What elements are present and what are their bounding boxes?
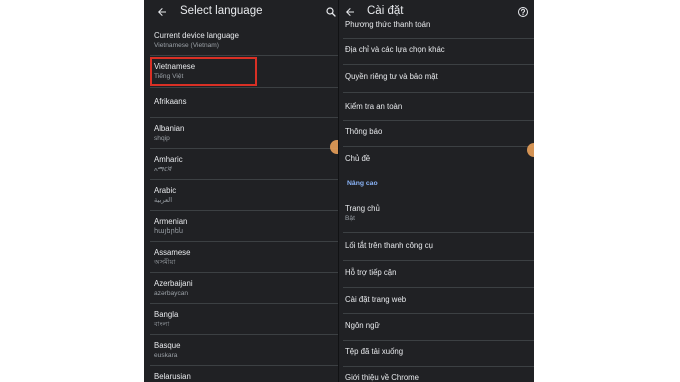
settings-item-label: Kiểm tra an toàn bbox=[345, 102, 403, 111]
settings-item-label: Trang chủ bbox=[345, 204, 380, 213]
divider bbox=[150, 334, 338, 335]
language-name: Afrikaans bbox=[154, 97, 187, 106]
language-name: Albanian bbox=[154, 124, 185, 133]
language-native: አማርኛ bbox=[154, 166, 173, 173]
language-native: shqip bbox=[154, 135, 170, 142]
language-name: Arabic bbox=[154, 186, 177, 195]
settings-item-safety-check[interactable]: Kiểm tra an toàn bbox=[345, 102, 534, 112]
language-name: Bangla bbox=[154, 310, 179, 319]
settings-item-accessibility[interactable]: Hỗ trợ tiếp cận bbox=[345, 268, 534, 278]
scroll-handle[interactable] bbox=[330, 140, 338, 154]
divider bbox=[343, 64, 534, 65]
divider bbox=[150, 272, 338, 273]
divider bbox=[150, 55, 338, 56]
settings-item-languages[interactable]: Ngôn ngữ bbox=[345, 321, 534, 331]
settings-panel: Cài đặt Phương thức thanh toán Địa chỉ v… bbox=[338, 0, 534, 382]
language-name: Azerbaijani bbox=[154, 279, 193, 288]
language-native: বাংলা bbox=[154, 321, 170, 328]
settings-item-theme[interactable]: Chủ đề bbox=[345, 154, 534, 164]
divider bbox=[343, 366, 534, 367]
settings-item-payment[interactable]: Phương thức thanh toán bbox=[345, 20, 534, 30]
language-item[interactable]: Azerbaijani azərbaycan bbox=[154, 279, 338, 298]
language-item[interactable]: Bangla বাংলা bbox=[154, 310, 338, 329]
language-name: Belarusian bbox=[154, 372, 191, 381]
language-native: অসমীয়া bbox=[154, 259, 176, 266]
settings-item-label: Lối tắt trên thanh công cụ bbox=[345, 241, 433, 250]
language-name: Armenian bbox=[154, 217, 188, 226]
divider bbox=[150, 148, 338, 149]
settings-item-notifications[interactable]: Thông báo bbox=[345, 127, 534, 137]
divider bbox=[150, 241, 338, 242]
language-item[interactable]: Albanian shqip bbox=[154, 124, 338, 143]
section-header-advanced: Nâng cao bbox=[347, 180, 378, 187]
settings-item-label: Chủ đề bbox=[345, 154, 371, 163]
settings-item-privacy[interactable]: Quyền riêng tư và bảo mật bbox=[345, 72, 534, 82]
settings-item-label: Hỗ trợ tiếp cận bbox=[345, 268, 397, 277]
settings-item-label: Cài đặt trang web bbox=[345, 295, 407, 304]
current-language-value: Vietnamese (Vietnam) bbox=[154, 42, 219, 49]
settings-item-label: Thông báo bbox=[345, 127, 383, 136]
settings-item-about-chrome[interactable]: Giới thiệu về Chrome bbox=[345, 373, 534, 382]
divider bbox=[343, 120, 534, 121]
language-name: Basque bbox=[154, 341, 181, 350]
language-item[interactable]: Basque euskara bbox=[154, 341, 338, 360]
settings-item-downloads[interactable]: Tệp đã tải xuống bbox=[345, 347, 534, 357]
language-name: Assamese bbox=[154, 248, 191, 257]
settings-item-homepage[interactable]: Trang chủ Bật bbox=[345, 204, 534, 223]
page-title: Select language bbox=[180, 5, 263, 17]
language-item[interactable]: Armenian հայերեն bbox=[154, 217, 338, 236]
settings-item-label: Giới thiệu về Chrome bbox=[345, 373, 420, 382]
divider bbox=[343, 146, 534, 147]
language-native: azərbaycan bbox=[154, 290, 189, 297]
divider bbox=[343, 92, 534, 93]
search-icon[interactable] bbox=[323, 4, 338, 20]
current-language-label: Current device language bbox=[154, 31, 239, 40]
divider bbox=[150, 179, 338, 180]
selection-highlight-box bbox=[150, 57, 257, 86]
divider bbox=[343, 287, 534, 288]
divider bbox=[343, 38, 534, 39]
language-native: euskara bbox=[154, 352, 178, 359]
language-item[interactable]: Afrikaans bbox=[154, 97, 338, 107]
settings-item-label: Địa chỉ và các lựa chọn khác bbox=[345, 45, 445, 54]
settings-item-label: Phương thức thanh toán bbox=[345, 20, 431, 29]
back-arrow-icon[interactable] bbox=[342, 4, 358, 20]
back-arrow-icon[interactable] bbox=[154, 4, 170, 20]
current-language-row[interactable]: Current device language Vietnamese (Viet… bbox=[154, 31, 338, 50]
divider bbox=[150, 303, 338, 304]
language-item[interactable]: Amharic አማርኛ bbox=[154, 155, 338, 174]
settings-item-label: Ngôn ngữ bbox=[345, 321, 380, 330]
language-name: Amharic bbox=[154, 155, 183, 164]
settings-item-sublabel: Bật bbox=[345, 215, 355, 222]
language-item[interactable]: Arabic العربية bbox=[154, 186, 338, 205]
left-app-bar: Select language bbox=[144, 0, 338, 24]
scroll-handle[interactable] bbox=[527, 143, 534, 157]
settings-item-toolbar-shortcut[interactable]: Lối tắt trên thanh công cụ bbox=[345, 241, 534, 251]
help-circle-icon[interactable] bbox=[515, 4, 531, 20]
divider bbox=[150, 365, 338, 366]
settings-item-label: Quyền riêng tư và bảo mật bbox=[345, 72, 438, 81]
language-native: العربية bbox=[154, 197, 173, 204]
divider bbox=[150, 87, 338, 88]
settings-item-site-settings[interactable]: Cài đặt trang web bbox=[345, 295, 534, 305]
settings-item-label: Tệp đã tải xuống bbox=[345, 347, 404, 356]
divider bbox=[150, 210, 338, 211]
settings-title: Cài đặt bbox=[367, 5, 404, 17]
divider bbox=[150, 117, 338, 118]
divider bbox=[343, 313, 534, 314]
language-item[interactable]: Assamese অসমীয়া bbox=[154, 248, 338, 267]
divider bbox=[343, 232, 534, 233]
language-native: հայերեն bbox=[154, 228, 184, 235]
divider bbox=[343, 340, 534, 341]
language-item[interactable]: Belarusian bbox=[154, 372, 338, 382]
settings-item-addresses[interactable]: Địa chỉ và các lựa chọn khác bbox=[345, 45, 534, 55]
divider bbox=[343, 260, 534, 261]
